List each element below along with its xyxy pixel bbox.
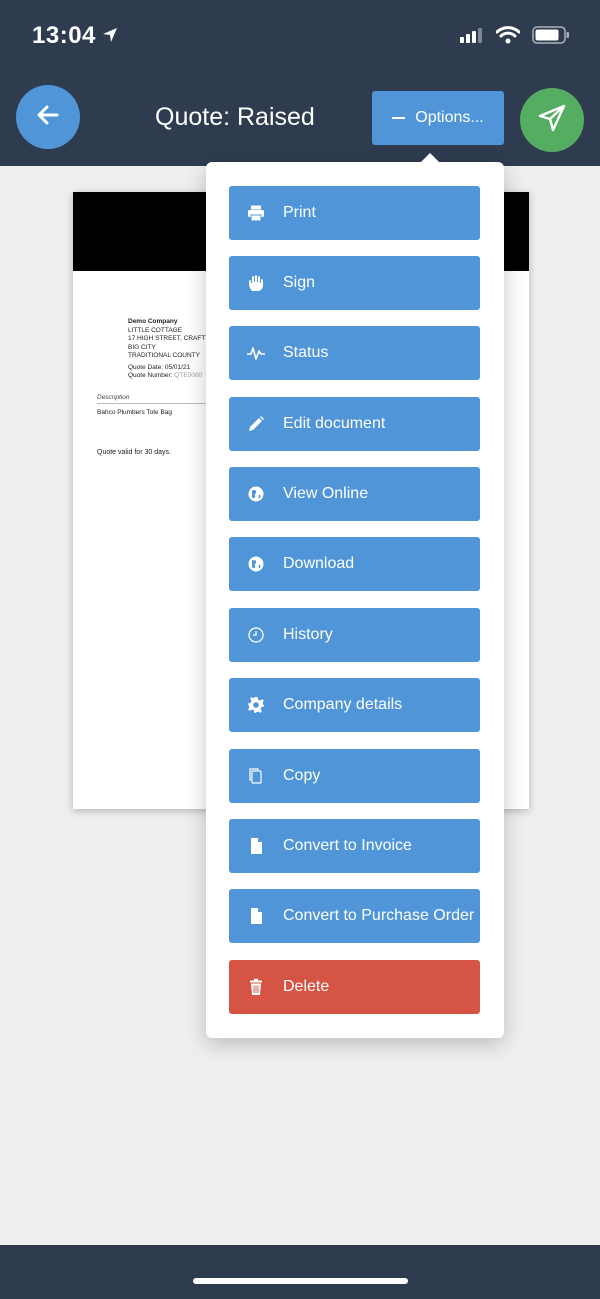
- globe-icon: [229, 555, 283, 573]
- menu-item-convert-to-invoice[interactable]: Convert to Invoice: [229, 819, 480, 873]
- location-arrow-icon: [102, 27, 118, 48]
- menu-item-label: History: [283, 626, 333, 643]
- wifi-icon: [495, 26, 521, 49]
- menu-item-label: Status: [283, 344, 329, 361]
- company-name: Demo Company: [128, 318, 178, 325]
- menu-item-view-online[interactable]: View Online: [229, 467, 480, 521]
- file-icon: [229, 837, 283, 855]
- bottom-bar: [0, 1245, 600, 1299]
- document-meta: Quote Date: 05/01/21 Quote Number: QTE00…: [128, 364, 202, 379]
- trash-icon: [229, 978, 283, 996]
- menu-item-label: Download: [283, 555, 355, 572]
- battery-icon: [532, 26, 570, 49]
- address-line: BIG CITY: [128, 343, 156, 351]
- menu-item-history[interactable]: History: [229, 608, 480, 662]
- document-company-block: Demo Company LITTLE COTTAGE 17 HIGH STRE…: [128, 318, 210, 361]
- address-line: 17 HIGH STREET, CRAFTY: [128, 335, 210, 342]
- menu-item-label: Edit document: [283, 415, 386, 432]
- send-button[interactable]: [520, 88, 584, 152]
- description-header: Description: [97, 394, 130, 401]
- minus-icon: [392, 117, 406, 119]
- menu-item-label: Delete: [283, 978, 330, 995]
- menu-item-status[interactable]: Status: [229, 326, 480, 380]
- arrow-left-icon: [35, 102, 61, 133]
- options-label: Options...: [415, 109, 484, 126]
- menu-item-sign[interactable]: Sign: [229, 256, 480, 310]
- menu-item-label: View Online: [283, 485, 369, 502]
- menu-item-convert-to-purchase-order[interactable]: Convert to Purchase Order: [229, 889, 480, 943]
- quote-validity: Quote valid for 30 days.: [97, 449, 171, 456]
- address-line: TRADITIONAL COUNTY: [128, 352, 200, 359]
- options-button[interactable]: Options...: [372, 91, 504, 145]
- menu-item-label: Sign: [283, 274, 316, 291]
- pencil-icon: [229, 415, 283, 433]
- menu-item-label: Copy: [283, 767, 321, 784]
- menu-item-label: Convert to Purchase Order: [283, 907, 475, 924]
- line-item: Bahco Plumbers Tote Bag: [97, 409, 173, 416]
- options-menu: Print Sign Status Edit document View Onl…: [206, 153, 504, 1038]
- pulse-icon: [229, 344, 283, 362]
- quote-number: Quote Number: QTE0000: [128, 372, 202, 380]
- clock-icon: [229, 626, 283, 644]
- status-indicators: [460, 26, 570, 49]
- copy-icon: [229, 767, 283, 785]
- menu-item-company-details[interactable]: Company details: [229, 678, 480, 732]
- quote-number-label: Quote Number:: [128, 371, 173, 379]
- menu-item-label: Company details: [283, 696, 403, 713]
- gear-icon: [229, 696, 283, 714]
- file-icon: [229, 907, 283, 925]
- page-title: Quote: Raised: [155, 103, 315, 131]
- globe-icon: [229, 485, 283, 503]
- home-indicator[interactable]: [193, 1278, 408, 1284]
- status-bar: 13:04: [0, 0, 600, 75]
- menu-caret: [421, 153, 439, 162]
- signal-icon: [460, 27, 484, 48]
- menu-item-print[interactable]: Print: [229, 186, 480, 240]
- app-header: Quote: Raised Options...: [0, 75, 600, 166]
- menu-item-delete[interactable]: Delete: [229, 960, 480, 1014]
- description-divider: [97, 403, 217, 404]
- hand-icon: [229, 274, 283, 292]
- menu-item-copy[interactable]: Copy: [229, 749, 480, 803]
- menu-item-download[interactable]: Download: [229, 537, 480, 591]
- back-button[interactable]: [16, 85, 80, 149]
- menu-item-label: Convert to Invoice: [283, 837, 412, 854]
- menu-item-edit-document[interactable]: Edit document: [229, 397, 480, 451]
- quote-number-value: QTE0000: [174, 371, 203, 379]
- status-time: 13:04: [32, 22, 96, 49]
- address-line: LITTLE COTTAGE: [128, 326, 183, 334]
- paper-plane-icon: [536, 102, 568, 139]
- menu-item-label: Print: [283, 204, 316, 221]
- quote-date: Quote Date: 05/01/21: [128, 364, 191, 371]
- printer-icon: [229, 204, 283, 222]
